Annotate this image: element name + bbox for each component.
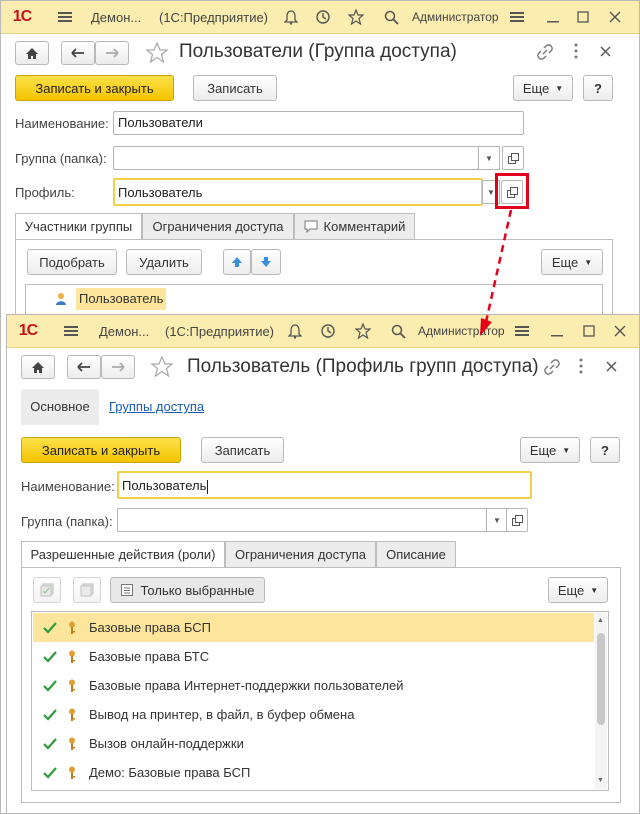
callout-arrow xyxy=(480,209,513,336)
